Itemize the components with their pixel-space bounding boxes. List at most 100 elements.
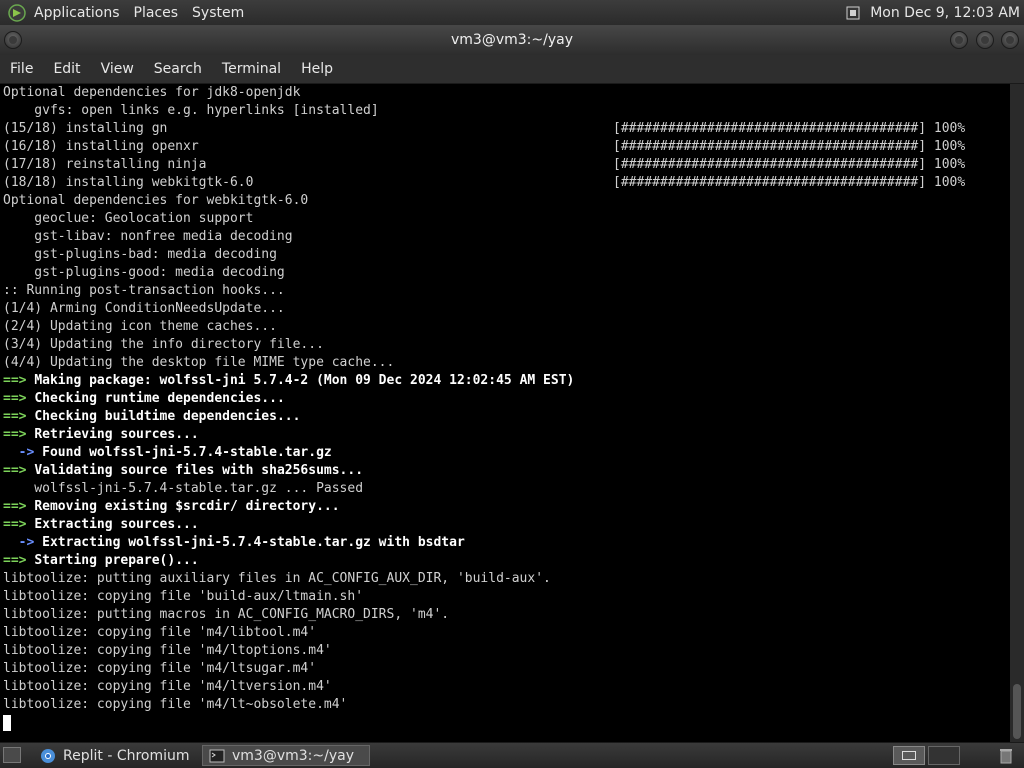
task-terminal[interactable]: vm3@vm3:~/yay <box>202 745 370 766</box>
terminal-line: geoclue: Geolocation support <box>3 210 1010 228</box>
menu-edit[interactable]: Edit <box>53 61 80 77</box>
terminal-line: libtoolize: copying file 'm4/libtool.m4' <box>3 624 1010 642</box>
terminal-line: (16/18) installing openxr [##############… <box>3 138 1010 156</box>
terminal-line: (17/18) reinstalling ninja [#############… <box>3 156 1010 174</box>
terminal-line: libtoolize: putting auxiliary files in A… <box>3 570 1010 588</box>
line-text: (15/18) installing gn <box>3 121 168 136</box>
terminal-line: :: Running post-transaction hooks... <box>3 282 1010 300</box>
menu-search[interactable]: Search <box>154 61 202 77</box>
bold-message: Retrieving sources... <box>34 427 199 442</box>
trash-icon[interactable] <box>998 746 1014 765</box>
line-text: (17/18) reinstalling ninja <box>3 157 207 172</box>
terminal-line: libtoolize: copying file 'm4/ltsugar.m4' <box>3 660 1010 678</box>
line-text: :: Running post-transaction hooks... <box>3 283 285 298</box>
terminal-line: libtoolize: copying file 'build-aux/ltma… <box>3 588 1010 606</box>
prompt-line <box>3 714 1010 732</box>
close-button[interactable] <box>1001 31 1019 49</box>
workspace-1[interactable] <box>893 746 925 765</box>
progress-bar-text: [######################################]… <box>613 175 966 190</box>
terminal-line: wolfssl-jni-5.7.4-stable.tar.gz ... Pass… <box>3 480 1010 498</box>
terminal-line: ==> Removing existing $srcdir/ directory… <box>3 498 1010 516</box>
step-prefix: ==> <box>3 373 27 388</box>
terminal-scrollbar[interactable] <box>1010 84 1024 742</box>
clock[interactable]: Mon Dec 9, 12:03 AM <box>870 5 1020 21</box>
line-text: libtoolize: putting auxiliary files in A… <box>3 571 551 586</box>
terminal-line: (18/18) installing webkitgtk-6.0 [#######… <box>3 174 1010 192</box>
task-label: Replit - Chromium <box>63 747 190 764</box>
task-chromium[interactable]: Replit - Chromium <box>34 745 196 766</box>
terminal-output[interactable]: Optional dependencies for jdk8-openjdk g… <box>0 84 1010 742</box>
line-text: Optional dependencies for webkitgtk-6.0 <box>3 193 309 208</box>
bold-message: Extracting wolfssl-jni-5.7.4-stable.tar.… <box>42 535 465 550</box>
line-text: (4/4) Updating the desktop file MIME typ… <box>3 355 395 370</box>
line-text: libtoolize: copying file 'm4/lt~obsolete… <box>3 697 348 712</box>
terminal-icon <box>209 749 225 762</box>
progress-bar-text: [######################################]… <box>613 121 966 136</box>
terminal-line: -> Extracting wolfssl-jni-5.7.4-stable.t… <box>3 534 1010 552</box>
substep-arrow: -> <box>3 535 35 550</box>
terminal-line: libtoolize: copying file 'm4/ltversion.m… <box>3 678 1010 696</box>
line-text: libtoolize: copying file 'm4/ltsugar.m4' <box>3 661 317 676</box>
line-text: Optional dependencies for jdk8-openjdk <box>3 85 301 100</box>
terminal-line: ==> Checking buildtime dependencies... <box>3 408 1010 426</box>
line-text: (1/4) Arming ConditionNeedsUpdate... <box>3 301 285 316</box>
line-text: gst-plugins-bad: media decoding <box>3 247 277 262</box>
terminal-line: libtoolize: copying file 'm4/lt~obsolete… <box>3 696 1010 714</box>
terminal-line: ==> Retrieving sources... <box>3 426 1010 444</box>
bold-message: Extracting sources... <box>34 517 199 532</box>
terminal-line: Optional dependencies for jdk8-openjdk <box>3 84 1010 102</box>
step-prefix: ==> <box>3 391 27 406</box>
menu-file[interactable]: File <box>10 61 33 77</box>
chromium-icon <box>41 748 55 763</box>
terminal-line: gvfs: open links e.g. hyperlinks [instal… <box>3 102 1010 120</box>
line-text: (18/18) installing webkitgtk-6.0 <box>3 175 254 190</box>
menu-terminal[interactable]: Terminal <box>222 61 281 77</box>
places-menu[interactable]: Places <box>134 5 179 21</box>
line-text: gst-plugins-good: media decoding <box>3 265 285 280</box>
line-text: libtoolize: copying file 'm4/ltversion.m… <box>3 679 332 694</box>
bold-message: Checking buildtime dependencies... <box>34 409 301 424</box>
window-titlebar[interactable]: vm3@vm3:~/yay <box>0 25 1024 55</box>
step-prefix: ==> <box>3 409 27 424</box>
terminal-line: gst-plugins-bad: media decoding <box>3 246 1010 264</box>
line-text: libtoolize: copying file 'm4/ltoptions.m… <box>3 643 332 658</box>
terminal-menubar: File Edit View Search Terminal Help <box>0 55 1024 83</box>
bold-message: Found wolfssl-jni-5.7.4-stable.tar.gz <box>42 445 332 460</box>
line-text: (3/4) Updating the info directory file..… <box>3 337 324 352</box>
progress-bar-text: [######################################]… <box>613 139 966 154</box>
terminal-line: (4/4) Updating the desktop file MIME typ… <box>3 354 1010 372</box>
task-label: vm3@vm3:~/yay <box>232 747 354 764</box>
show-desktop-icon[interactable] <box>3 747 21 763</box>
line-text: (2/4) Updating icon theme caches... <box>3 319 277 334</box>
terminal-line: (2/4) Updating icon theme caches... <box>3 318 1010 336</box>
terminal-line: gst-plugins-good: media decoding <box>3 264 1010 282</box>
top-panel: Applications Places System Mon Dec 9, 12… <box>0 0 1024 25</box>
terminal-line: -> Found wolfssl-jni-5.7.4-stable.tar.gz <box>3 444 1010 462</box>
terminal-line: gst-libav: nonfree media decoding <box>3 228 1010 246</box>
menu-view[interactable]: View <box>101 61 134 77</box>
line-text: libtoolize: copying file 'm4/libtool.m4' <box>3 625 317 640</box>
scrollbar-thumb[interactable] <box>1013 684 1021 739</box>
terminal-line: ==> Validating source files with sha256s… <box>3 462 1010 480</box>
terminal-line: ==> Making package: wolfssl-jni 5.7.4-2 … <box>3 372 1010 390</box>
menu-help[interactable]: Help <box>301 61 333 77</box>
bold-message: Checking runtime dependencies... <box>34 391 285 406</box>
workspace-2[interactable] <box>928 746 960 765</box>
window-title: vm3@vm3:~/yay <box>451 32 573 48</box>
line-text: (16/18) installing openxr <box>3 139 199 154</box>
line-text: gst-libav: nonfree media decoding <box>3 229 293 244</box>
substep-arrow: -> <box>3 445 35 460</box>
maximize-button[interactable] <box>976 31 994 49</box>
terminal-line: ==> Extracting sources... <box>3 516 1010 534</box>
volume-icon[interactable] <box>846 6 860 20</box>
terminal-line: (1/4) Arming ConditionNeedsUpdate... <box>3 300 1010 318</box>
text-cursor <box>3 715 11 731</box>
applications-logo-icon[interactable] <box>8 3 26 22</box>
line-text: geoclue: Geolocation support <box>3 211 254 226</box>
minimize-button[interactable] <box>950 31 968 49</box>
step-prefix: ==> <box>3 427 27 442</box>
applications-menu[interactable]: Applications <box>34 5 120 21</box>
system-menu[interactable]: System <box>192 5 244 21</box>
line-text: libtoolize: copying file 'build-aux/ltma… <box>3 589 364 604</box>
terminal-line: Optional dependencies for webkitgtk-6.0 <box>3 192 1010 210</box>
